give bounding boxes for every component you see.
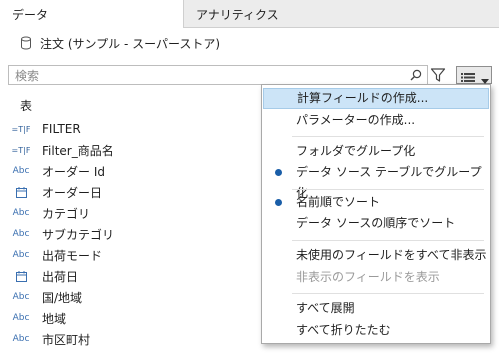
- field-item[interactable]: Abc 出荷モード: [0, 246, 260, 264]
- field-item[interactable]: Abc サブカテゴリ: [0, 225, 260, 243]
- field-label: 出荷モード: [42, 248, 103, 263]
- database-icon: [20, 36, 32, 50]
- string-type-icon: Abc: [12, 229, 30, 239]
- menu-separator: [292, 189, 484, 190]
- checked-indicator-icon: [275, 169, 282, 176]
- datasource-name: 注文 (サンプル - スーパーストア): [40, 36, 221, 51]
- datasource-item[interactable]: 注文 (サンプル - スーパーストア): [20, 34, 220, 52]
- string-type-icon: Abc: [12, 208, 30, 218]
- menu-separator: [292, 240, 484, 241]
- search-box[interactable]: [8, 65, 428, 85]
- menu-item-sort-by-name[interactable]: 名前順でソート: [262, 192, 490, 213]
- view-options-button[interactable]: [456, 66, 492, 84]
- menu-item-sort-by-datasource-order[interactable]: データ ソースの順序でソート: [262, 213, 490, 234]
- calendar-icon: [0, 186, 42, 198]
- menu-separator: [292, 293, 484, 294]
- checked-indicator-icon: [275, 199, 282, 206]
- search-input[interactable]: [13, 67, 397, 85]
- field-label: 国/地域: [42, 290, 83, 305]
- field-item[interactable]: Abc カテゴリ: [0, 204, 260, 222]
- calendar-icon: [0, 270, 42, 282]
- menu-item-group-by-table[interactable]: データ ソース テーブルでグループ化: [262, 162, 490, 200]
- set-param-icon: =T|F: [11, 124, 31, 134]
- string-type-icon: Abc: [12, 313, 30, 323]
- context-menu: 計算フィールドの作成... パラメーターの作成... フォルダでグループ化 デー…: [261, 84, 491, 344]
- menu-item-label: 名前順でソート: [296, 195, 381, 209]
- field-label: オーダー Id: [42, 164, 105, 179]
- field-label: 市区町村: [42, 332, 91, 347]
- string-type-icon: Abc: [12, 250, 30, 260]
- menu-item-group-by-folder[interactable]: フォルダでグループ化: [262, 141, 490, 162]
- set-param-icon: =T|F: [11, 145, 31, 155]
- field-item[interactable]: Abc 市区町村: [0, 330, 260, 348]
- field-label: オーダー日: [42, 185, 103, 200]
- menu-item-expand-all[interactable]: すべて展開: [262, 298, 490, 319]
- string-type-icon: Abc: [12, 166, 30, 176]
- menu-separator: [292, 136, 484, 137]
- field-item[interactable]: Abc 地域: [0, 309, 260, 327]
- menu-item-create-parameter[interactable]: パラメーターの作成...: [262, 110, 490, 131]
- table-section-title: 表: [20, 99, 33, 113]
- field-item[interactable]: Abc オーダー Id: [0, 162, 260, 180]
- field-label: Filter_商品名: [42, 143, 114, 158]
- field-item[interactable]: Abc 国/地域: [0, 288, 260, 306]
- field-label: 地域: [42, 311, 67, 326]
- string-type-icon: Abc: [12, 334, 30, 344]
- tab-data[interactable]: データ: [0, 0, 184, 28]
- list-view-icon: [461, 71, 475, 85]
- string-type-icon: Abc: [12, 292, 30, 302]
- tab-analytics[interactable]: アナリティクス: [184, 0, 499, 28]
- field-item[interactable]: =T|F FILTER: [0, 120, 260, 138]
- field-label: 出荷日: [42, 269, 79, 284]
- menu-item-hide-unused-fields[interactable]: 未使用のフィールドをすべて非表示: [262, 245, 490, 266]
- field-label: サブカテゴリ: [42, 227, 115, 242]
- menu-item-show-hidden-fields: 非表示のフィールドを表示: [296, 270, 440, 284]
- field-item[interactable]: 出荷日: [0, 267, 260, 285]
- field-label: カテゴリ: [42, 206, 91, 221]
- menu-item-collapse-all[interactable]: すべて折りたたむ: [262, 320, 490, 341]
- field-item[interactable]: オーダー日: [0, 183, 260, 201]
- search-icon[interactable]: [410, 69, 422, 84]
- field-label: FILTER: [42, 122, 81, 136]
- menu-item-create-calculated-field[interactable]: 計算フィールドの作成...: [263, 88, 489, 109]
- field-item[interactable]: =T|F Filter_商品名: [0, 141, 260, 159]
- side-pane-tabs: データ アナリティクス: [0, 0, 499, 28]
